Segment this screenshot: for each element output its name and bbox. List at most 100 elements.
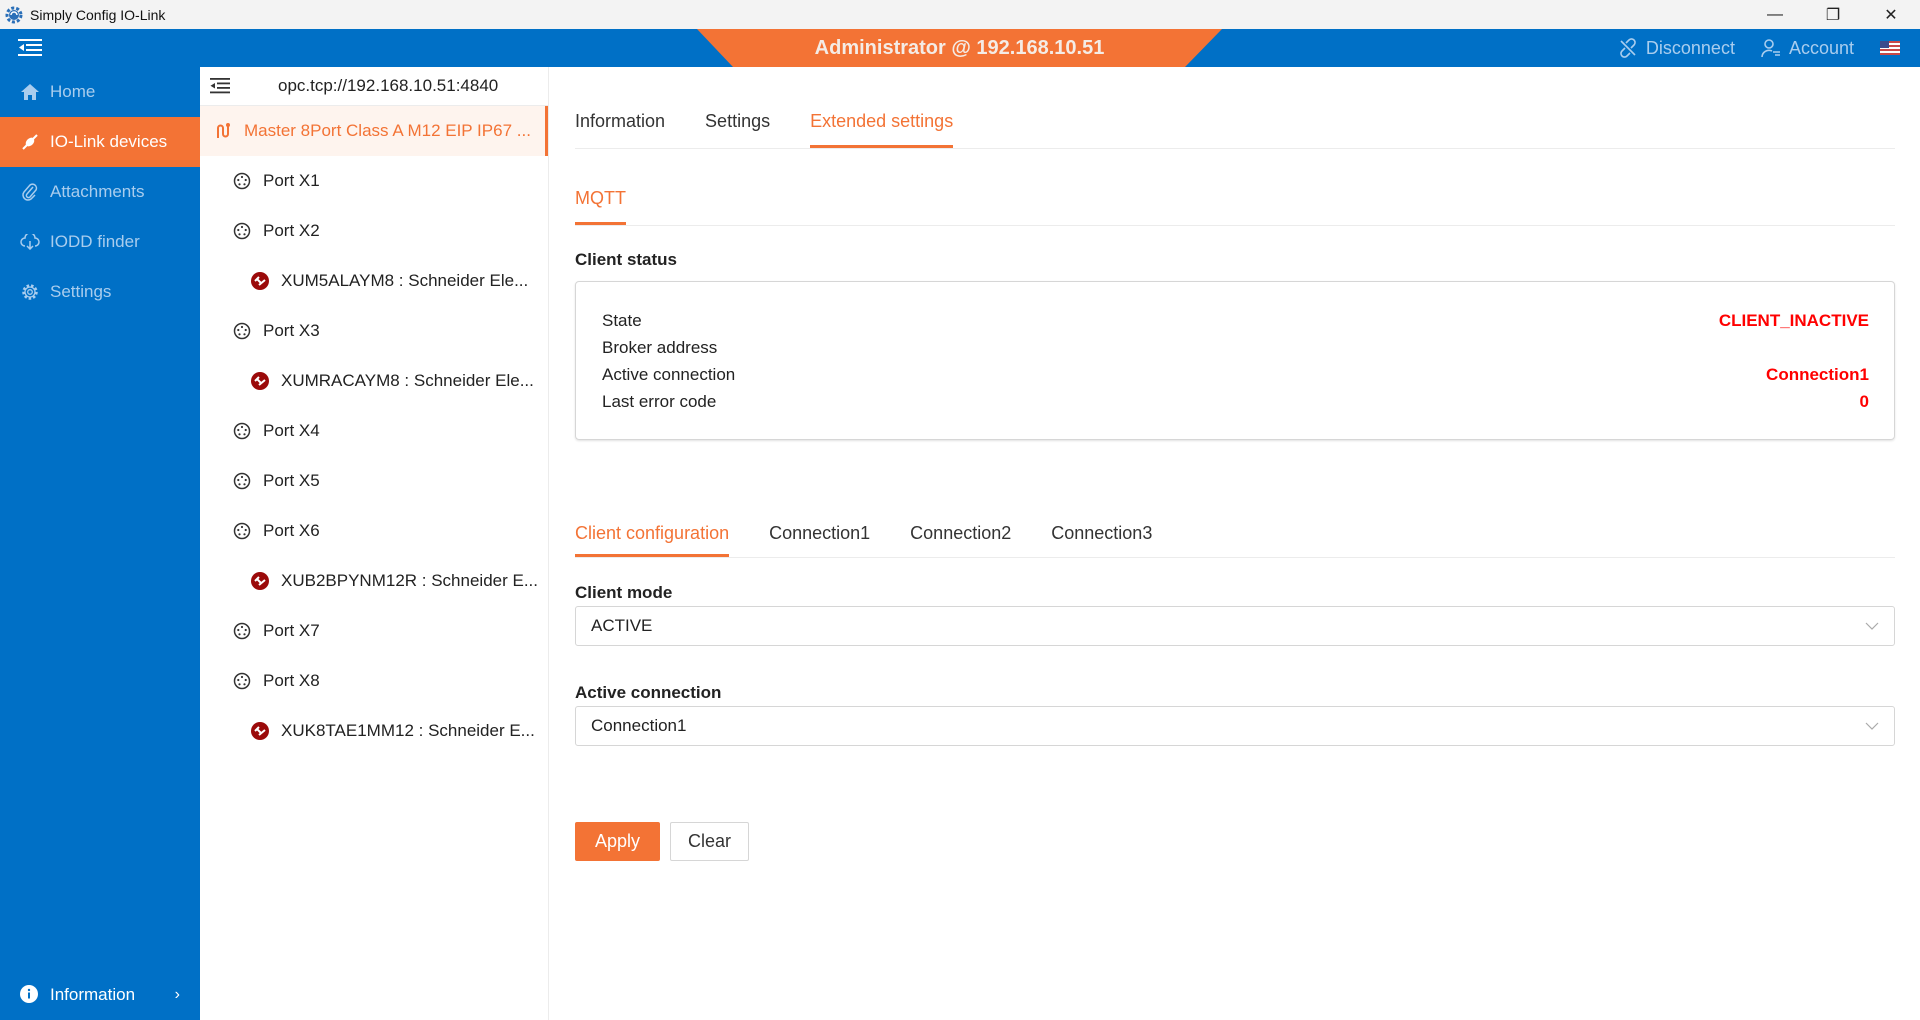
tree-node-label: XUM5ALAYM8 : Schneider Ele...	[281, 271, 529, 290]
status-label: State	[602, 311, 642, 330]
status-row-active-connection: Active connection Connection1	[602, 361, 1869, 388]
sidebar-item-attachments[interactable]: Attachments	[0, 167, 200, 217]
active-connection-select[interactable]: Connection1	[575, 706, 1895, 746]
tab-connection2[interactable]: Connection2	[910, 523, 1011, 557]
us-flag-icon[interactable]	[1880, 41, 1900, 55]
port-connector-icon	[233, 522, 251, 540]
tab-client-configuration[interactable]: Client configuration	[575, 523, 730, 557]
user-banner-text: Administrator @ 192.168.10.51	[814, 37, 1105, 59]
tree-node-label: XUK8TAE1MM12 : Schneider E...	[281, 721, 535, 740]
client-mode-label: Client mode	[575, 583, 673, 602]
gear-icon	[20, 282, 40, 302]
disconnect-label: Disconnect	[1645, 37, 1735, 58]
sidebar-item-home[interactable]: Home	[0, 67, 200, 117]
device-status-icon	[251, 372, 269, 390]
status-row-state: State CLIENT_INACTIVE	[602, 307, 1869, 334]
plug-icon	[20, 132, 40, 152]
tab-mqtt[interactable]: MQTT	[575, 188, 626, 225]
port-connector-icon	[233, 472, 251, 490]
tree-device-node[interactable]: XUM5ALAYM8 : Schneider Ele...	[200, 256, 548, 306]
tree-port-node[interactable]: Port X3	[200, 306, 548, 356]
status-label: Broker address	[602, 338, 718, 357]
close-button[interactable]: ✕	[1862, 0, 1920, 29]
sidebar-item-io-link-devices[interactable]: IO-Link devices	[0, 117, 200, 167]
status-label: Active connection	[602, 365, 736, 384]
tree-node-label: XUMRACAYM8 : Schneider Ele...	[281, 371, 534, 390]
tree-node-label: Port X4	[263, 421, 320, 440]
apply-button[interactable]: Apply	[575, 822, 660, 861]
port-connector-icon	[233, 422, 251, 440]
window-title: Simply Config IO-Link	[30, 6, 166, 23]
information-label: Information	[50, 985, 136, 1004]
client-mode-select[interactable]: ACTIVE	[575, 606, 1895, 646]
sidebar-item-label: IODD finder	[50, 232, 140, 251]
tab-extended-settings[interactable]: Extended settings	[810, 111, 954, 148]
tree-device-node[interactable]: XUK8TAE1MM12 : Schneider E...	[200, 706, 548, 756]
main-content: Information Settings Extended settings M…	[575, 67, 1895, 861]
port-connector-icon	[233, 172, 251, 190]
status-value: CLIENT_INACTIVE	[1718, 311, 1869, 330]
tree-port-node[interactable]: Port X7	[200, 606, 548, 656]
port-connector-icon	[233, 672, 251, 690]
sidebar-item-label: Attachments	[50, 182, 145, 201]
disconnect-button[interactable]: Disconnect	[1618, 38, 1735, 59]
tab-settings[interactable]: Settings	[705, 111, 770, 148]
tree-port-node[interactable]: Port X5	[200, 456, 548, 506]
sidebar-item-label: IO-Link devices	[50, 132, 168, 151]
device-status-icon	[251, 572, 269, 590]
chevron-right-icon: ›	[174, 986, 180, 1003]
tree-node-label: Port X3	[263, 321, 320, 340]
account-button[interactable]: Account	[1761, 38, 1854, 59]
restore-button[interactable]: ❐	[1804, 0, 1862, 29]
user-switch-icon	[1761, 39, 1780, 58]
tree-device-node[interactable]: XUMRACAYM8 : Schneider Ele...	[200, 356, 548, 406]
sidebar-item-iodd-finder[interactable]: IODD finder	[0, 217, 200, 267]
tree-node-label: Port X1	[263, 171, 320, 190]
port-connector-icon	[233, 322, 251, 340]
port-connector-icon	[233, 622, 251, 640]
minimize-button[interactable]: —	[1746, 0, 1804, 29]
tree-port-node[interactable]: Port X4	[200, 406, 548, 456]
paperclip-icon	[20, 182, 40, 202]
status-value: 0	[1859, 392, 1869, 411]
status-row-broker-address: Broker address	[602, 334, 1869, 361]
tab-information[interactable]: Information	[575, 111, 665, 148]
unlink-icon	[1620, 38, 1636, 58]
tree-node-label: Port X5	[263, 471, 320, 490]
status-label: Last error code	[602, 392, 717, 411]
tree-port-node[interactable]: Port X8	[200, 656, 548, 706]
tree-port-node[interactable]: Port X6	[200, 506, 548, 556]
tree-master-node[interactable]: Master 8Port Class A M12 EIP IP67 ...	[200, 106, 548, 156]
collapse-menu-icon[interactable]	[18, 38, 42, 58]
clear-button[interactable]: Clear	[670, 822, 749, 861]
tree-node-label: Port X7	[263, 621, 320, 640]
sidebar-item-settings[interactable]: Settings	[0, 267, 200, 317]
client-mode-value: ACTIVE	[591, 616, 653, 635]
extended-subtabs: MQTT	[575, 149, 1895, 226]
tab-connection3[interactable]: Connection3	[1051, 523, 1152, 557]
client-status-card: State CLIENT_INACTIVE Broker address Act…	[575, 281, 1895, 440]
collapse-tree-icon[interactable]	[210, 78, 230, 94]
sidebar-nav: Home IO-Link devices Attachments IODD fi…	[0, 67, 200, 1020]
window-titlebar: Simply Config IO-Link — ❐ ✕	[0, 0, 1920, 29]
port-connector-icon	[233, 222, 251, 240]
tree-node-label: XUB2BPYNM12R : Schneider E...	[281, 571, 539, 590]
tree-node-label: Port X6	[263, 521, 320, 540]
endpoint-url: opc.tcp://192.168.10.51:4840	[278, 76, 499, 95]
client-status-title: Client status	[575, 250, 678, 269]
user-banner: Administrator @ 192.168.10.51	[697, 29, 1222, 67]
sidebar-item-label: Settings	[50, 282, 112, 301]
tree-node-label: Port X8	[263, 671, 320, 690]
active-connection-label: Active connection	[575, 683, 722, 702]
tree-port-node[interactable]: Port X2	[200, 206, 548, 256]
tree-port-node[interactable]: Port X1	[200, 156, 548, 206]
chevron-down-icon	[1865, 722, 1879, 730]
tab-connection1[interactable]: Connection1	[769, 523, 870, 557]
chevron-down-icon	[1865, 622, 1879, 630]
device-tabs: Information Settings Extended settings	[575, 67, 1895, 149]
status-value: Connection1	[1766, 365, 1869, 384]
master-connector-icon	[217, 123, 230, 138]
sidebar-information[interactable]: Information ›	[0, 970, 200, 1020]
app-header: Administrator @ 192.168.10.51 Disconnect…	[0, 29, 1920, 67]
tree-device-node[interactable]: XUB2BPYNM12R : Schneider E...	[200, 556, 548, 606]
